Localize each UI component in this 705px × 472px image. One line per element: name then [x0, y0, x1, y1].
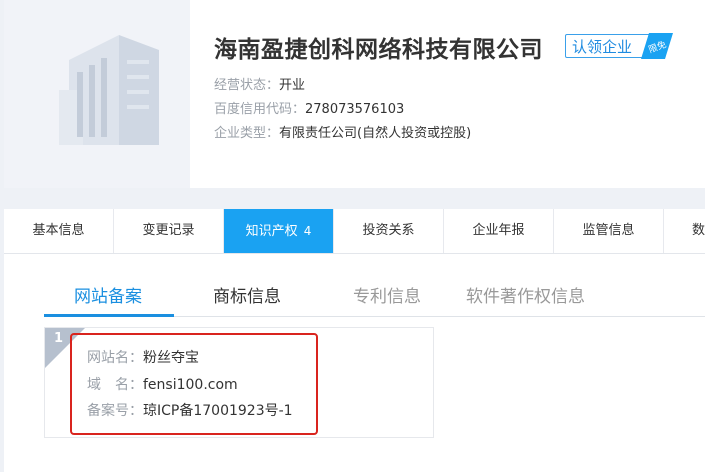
- subtab-website-record[interactable]: 网站备案: [74, 282, 142, 307]
- company-name: 海南盈捷创科网络科技有限公司: [214, 37, 543, 63]
- tab-basic-info[interactable]: 基本信息: [4, 209, 114, 253]
- tab-more[interactable]: 数: [664, 209, 705, 253]
- subtab-patent[interactable]: 专利信息: [353, 282, 421, 307]
- tab-bar: 基本信息 变更记录 知识产权 4 投资关系 企业年报 监管信息 数: [4, 209, 705, 254]
- type-value: 有限责任公司(自然人投资或控股): [279, 126, 472, 141]
- tab-label: 投资关系: [362, 223, 415, 238]
- credit-label: 百度信用代码：: [214, 102, 306, 117]
- type-row: 企业类型：有限责任公司(自然人投资或控股): [214, 122, 471, 141]
- tab-label: 监管信息: [582, 223, 635, 238]
- status-row: 经营状态：开业: [214, 74, 305, 93]
- tab-label: 数: [692, 223, 705, 238]
- type-label: 企业类型：: [214, 126, 280, 141]
- tab-count: 4: [303, 224, 312, 238]
- tab-annual-report[interactable]: 企业年报: [444, 209, 554, 253]
- tab-supervision[interactable]: 监管信息: [554, 209, 664, 253]
- subtab-active-indicator: [44, 314, 174, 317]
- subtab-trademark[interactable]: 商标信息: [213, 282, 281, 307]
- claim-label: 认领企业: [572, 38, 633, 56]
- record-index: 1: [54, 331, 64, 346]
- credit-row: 百度信用代码：278073576103: [214, 98, 404, 117]
- status-label: 经营状态：: [214, 78, 280, 93]
- tab-change-records[interactable]: 变更记录: [114, 209, 224, 253]
- tab-label: 变更记录: [142, 223, 195, 238]
- tab-label: 企业年报: [472, 223, 525, 238]
- tab-investment[interactable]: 投资关系: [334, 209, 444, 253]
- building-icon: [59, 35, 159, 145]
- status-value: 开业: [279, 78, 306, 93]
- tab-label: 基本信息: [32, 223, 85, 238]
- credit-value: 278073576103: [305, 102, 405, 117]
- tab-label: 知识产权: [245, 224, 298, 239]
- free-tag-icon: 限免: [641, 33, 673, 59]
- red-highlight-box: [70, 333, 318, 435]
- company-logo: [4, 0, 190, 188]
- subtab-software-copyright[interactable]: 软件著作权信息: [466, 282, 585, 307]
- tab-intellectual-property[interactable]: 知识产权 4: [224, 209, 334, 253]
